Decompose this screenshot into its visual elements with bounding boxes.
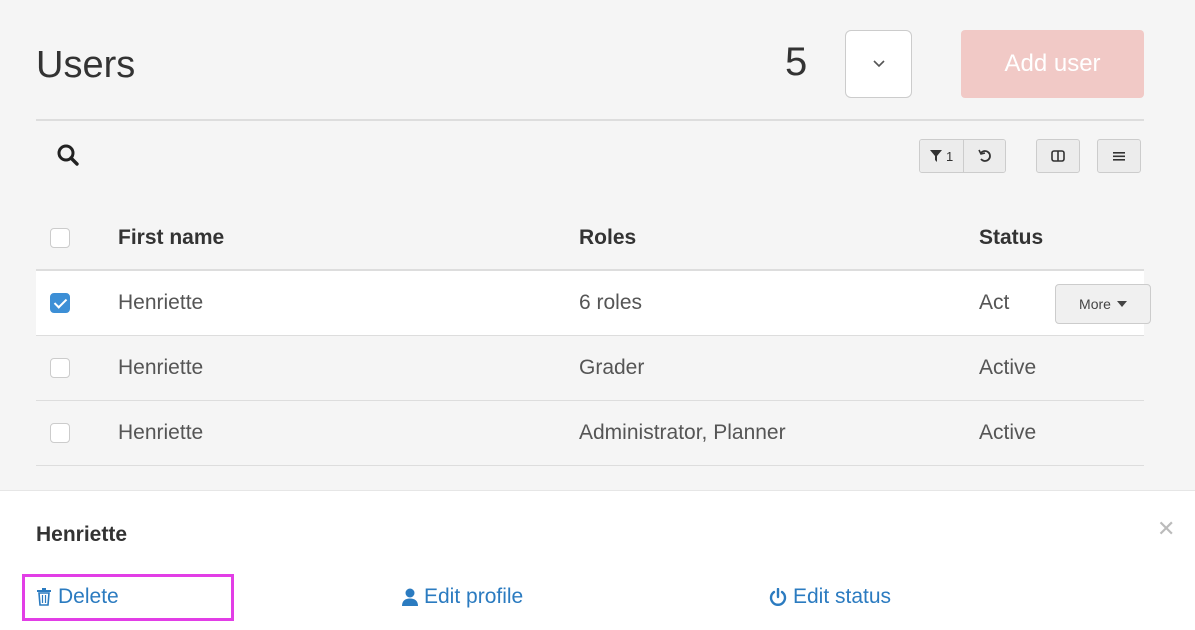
row-select-cell <box>36 335 118 401</box>
menu-icon <box>1112 150 1126 162</box>
filter-button[interactable]: 1 <box>920 140 964 172</box>
status-text: Act <box>979 290 1010 314</box>
power-icon <box>769 588 787 606</box>
menu-button[interactable] <box>1097 139 1141 173</box>
reset-button[interactable] <box>963 140 1006 172</box>
edit-status-button[interactable]: Edit status <box>769 585 891 609</box>
status-cell: Act More <box>979 270 1151 336</box>
filter-icon <box>930 150 942 162</box>
first-name-cell: Henriette <box>118 270 579 336</box>
column-header-status[interactable]: Status <box>979 206 1144 271</box>
trash-icon <box>36 588 52 606</box>
search-icon[interactable] <box>56 143 80 167</box>
page-title: Users <box>36 44 136 86</box>
table-row[interactable]: Henriette 6 roles Act More <box>36 270 1151 336</box>
columns-button[interactable] <box>1036 139 1080 173</box>
users-panel: Users 5 Add user 1 First name Roles Stat… <box>0 0 1195 490</box>
first-name-cell: Henriette <box>118 335 579 401</box>
sheet-title: Henriette <box>36 523 128 546</box>
table-row[interactable]: Henriette Grader Active <box>36 335 1144 401</box>
roles-cell: 6 roles <box>579 270 979 336</box>
filter-reset-group: 1 <box>919 139 1007 173</box>
more-button[interactable]: More <box>1055 284 1151 324</box>
delete-button[interactable]: Delete <box>36 585 119 609</box>
column-header-roles[interactable]: Roles <box>579 206 979 271</box>
edit-status-label: Edit status <box>793 585 892 608</box>
roles-cell: Grader <box>579 335 979 401</box>
user-count: 5 <box>785 40 808 84</box>
caret-down-icon <box>1116 301 1127 307</box>
count-dropdown[interactable] <box>845 30 912 98</box>
reset-icon <box>978 149 992 163</box>
table-header-row: First name Roles Status <box>36 206 1144 271</box>
status-cell: Active <box>979 400 1144 466</box>
row-checkbox[interactable] <box>50 293 70 314</box>
filter-count: 1 <box>946 148 954 164</box>
status-cell: Active <box>979 335 1144 401</box>
edit-profile-button[interactable]: Edit profile <box>402 585 523 609</box>
user-icon <box>402 588 418 606</box>
chevron-down-icon <box>872 60 885 68</box>
delete-label: Delete <box>58 585 119 608</box>
first-name-cell: Henriette <box>118 400 579 466</box>
row-select-cell <box>36 400 118 466</box>
more-label: More <box>1079 296 1111 312</box>
select-all-checkbox[interactable] <box>50 227 70 248</box>
row-checkbox[interactable] <box>50 422 70 443</box>
close-icon[interactable]: ✕ <box>1157 516 1175 542</box>
roles-cell: Administrator, Planner <box>579 400 979 466</box>
add-user-button[interactable]: Add user <box>961 30 1144 98</box>
users-table: First name Roles Status Henriette 6 role… <box>36 206 1151 466</box>
page-header: Users 5 Add user <box>36 30 1144 100</box>
row-select-cell <box>36 270 118 336</box>
edit-profile-label: Edit profile <box>424 585 524 608</box>
select-all-cell <box>36 206 118 271</box>
table-row[interactable]: Henriette Administrator, Planner Active <box>36 400 1144 466</box>
table-toolbar: 1 <box>36 134 1144 178</box>
header-divider <box>36 119 1144 121</box>
action-sheet: Henriette ✕ Delete Edit profile Edit sta… <box>0 490 1195 630</box>
columns-icon <box>1051 150 1065 162</box>
row-checkbox[interactable] <box>50 357 70 378</box>
column-header-first-name[interactable]: First name <box>118 206 579 271</box>
